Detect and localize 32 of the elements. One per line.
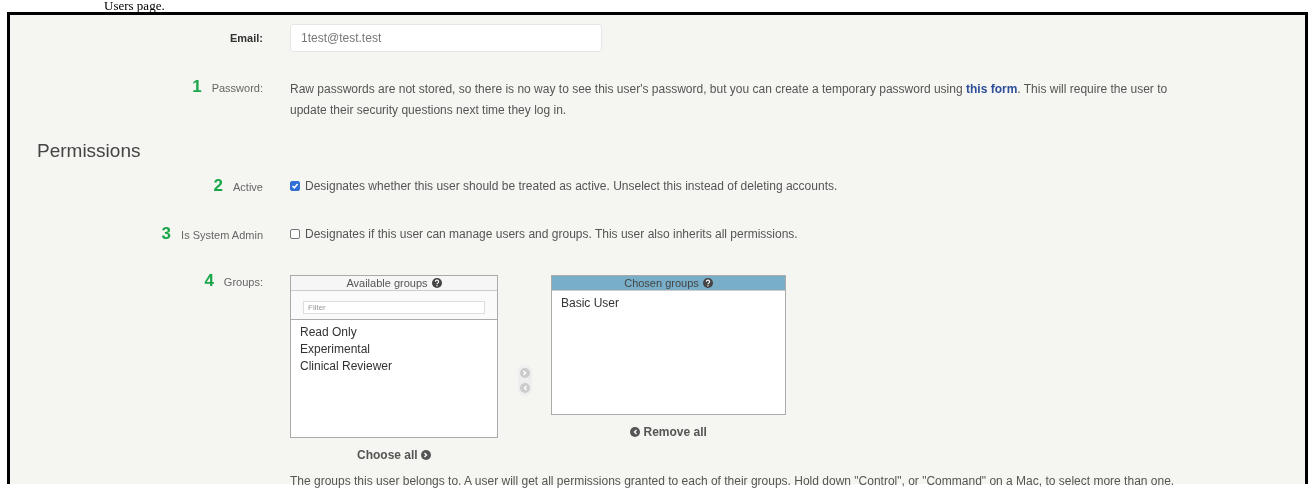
step-marker: 2 <box>213 176 224 196</box>
choose-all-button[interactable]: Choose all <box>357 448 431 462</box>
checkbox[interactable] <box>290 229 300 239</box>
help-icon <box>431 278 442 288</box>
group-option[interactable]: Clinical Reviewer <box>300 358 488 375</box>
checkbox[interactable] <box>290 181 300 191</box>
group-option[interactable]: Read Only <box>300 324 488 341</box>
field-label: Active <box>233 181 263 193</box>
step-marker: 3 <box>161 224 172 244</box>
group-option[interactable]: Basic User <box>561 295 776 312</box>
step-marker: 4 <box>204 271 214 291</box>
groups-help-text: The groups this user belongs to. A user will get all permissions granted to each of their groups. Hold down "Control", or "Command" on a Mac, to select more than one. <box>290 474 1176 489</box>
arrow-right-icon <box>421 450 431 460</box>
list-title: Available groups <box>346 277 428 289</box>
field-label: Groups: <box>223 276 263 288</box>
group-option[interactable]: Experimental <box>300 341 488 358</box>
chosen-groups-list[interactable]: Chosen groups Basic User <box>551 275 786 415</box>
password-note: Raw passwords are not stored, so there is no way to see this user's password, but you can create a temporary password using this form. This will require the user to update their security questions next time they log in. <box>290 81 1169 119</box>
checkbox-help-text: Designates if this user can manage users and groups. This user also inherits all permissions. <box>305 227 798 241</box>
arrow-left-icon <box>630 427 641 437</box>
step-marker: 1 <box>192 77 202 97</box>
section-title: Permissions <box>37 140 142 162</box>
field-label: Email: <box>230 32 263 44</box>
filter-field[interactable]: Filter <box>303 301 485 314</box>
email-field[interactable]: 1test@test.test <box>290 24 602 52</box>
available-groups-list[interactable]: Available groups Filter Read Only Experimental Clinical Reviewer <box>290 275 498 438</box>
remove-all-button[interactable]: Remove all <box>630 425 707 439</box>
list-title: Chosen groups <box>624 277 699 289</box>
field-label: Password: <box>211 82 263 94</box>
checkbox-help-text: Designates whether this user should be treated as active. Unselect this instead of deleting accounts. <box>305 179 838 193</box>
help-icon <box>702 278 713 288</box>
field-label: Is System Admin <box>181 229 263 241</box>
